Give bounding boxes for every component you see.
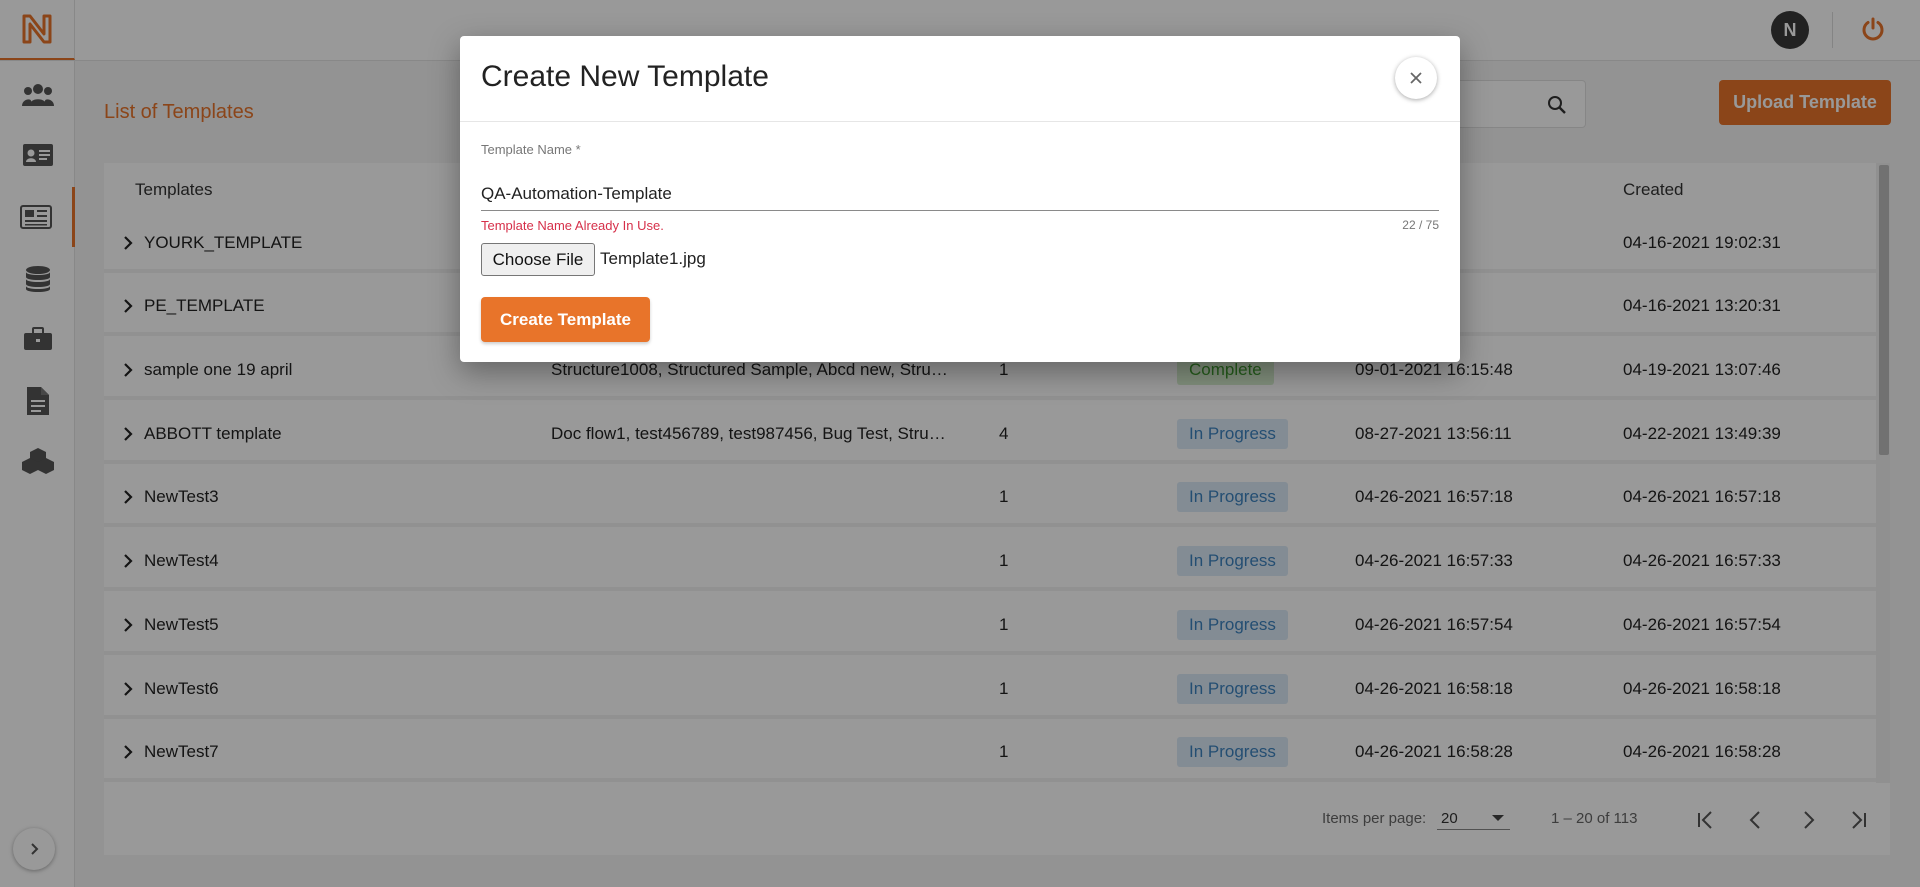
create-template-button[interactable]: Create Template — [481, 297, 650, 342]
dialog-title: Create New Template — [481, 60, 769, 93]
close-icon — [1410, 72, 1422, 84]
choose-file-button[interactable]: Choose File — [481, 243, 595, 276]
template-name-label: Template Name * — [481, 142, 581, 157]
selected-file-name: Template1.jpg — [600, 249, 706, 268]
close-button[interactable] — [1395, 57, 1437, 99]
create-template-dialog: Create New Template Template Name * QA-A… — [460, 36, 1460, 362]
template-name-input[interactable]: QA-Automation-Template — [481, 180, 1439, 211]
template-name-error: Template Name Already In Use. — [481, 218, 664, 233]
character-counter: 22 / 75 — [1402, 218, 1439, 232]
dialog-header: Create New Template — [460, 36, 1460, 122]
